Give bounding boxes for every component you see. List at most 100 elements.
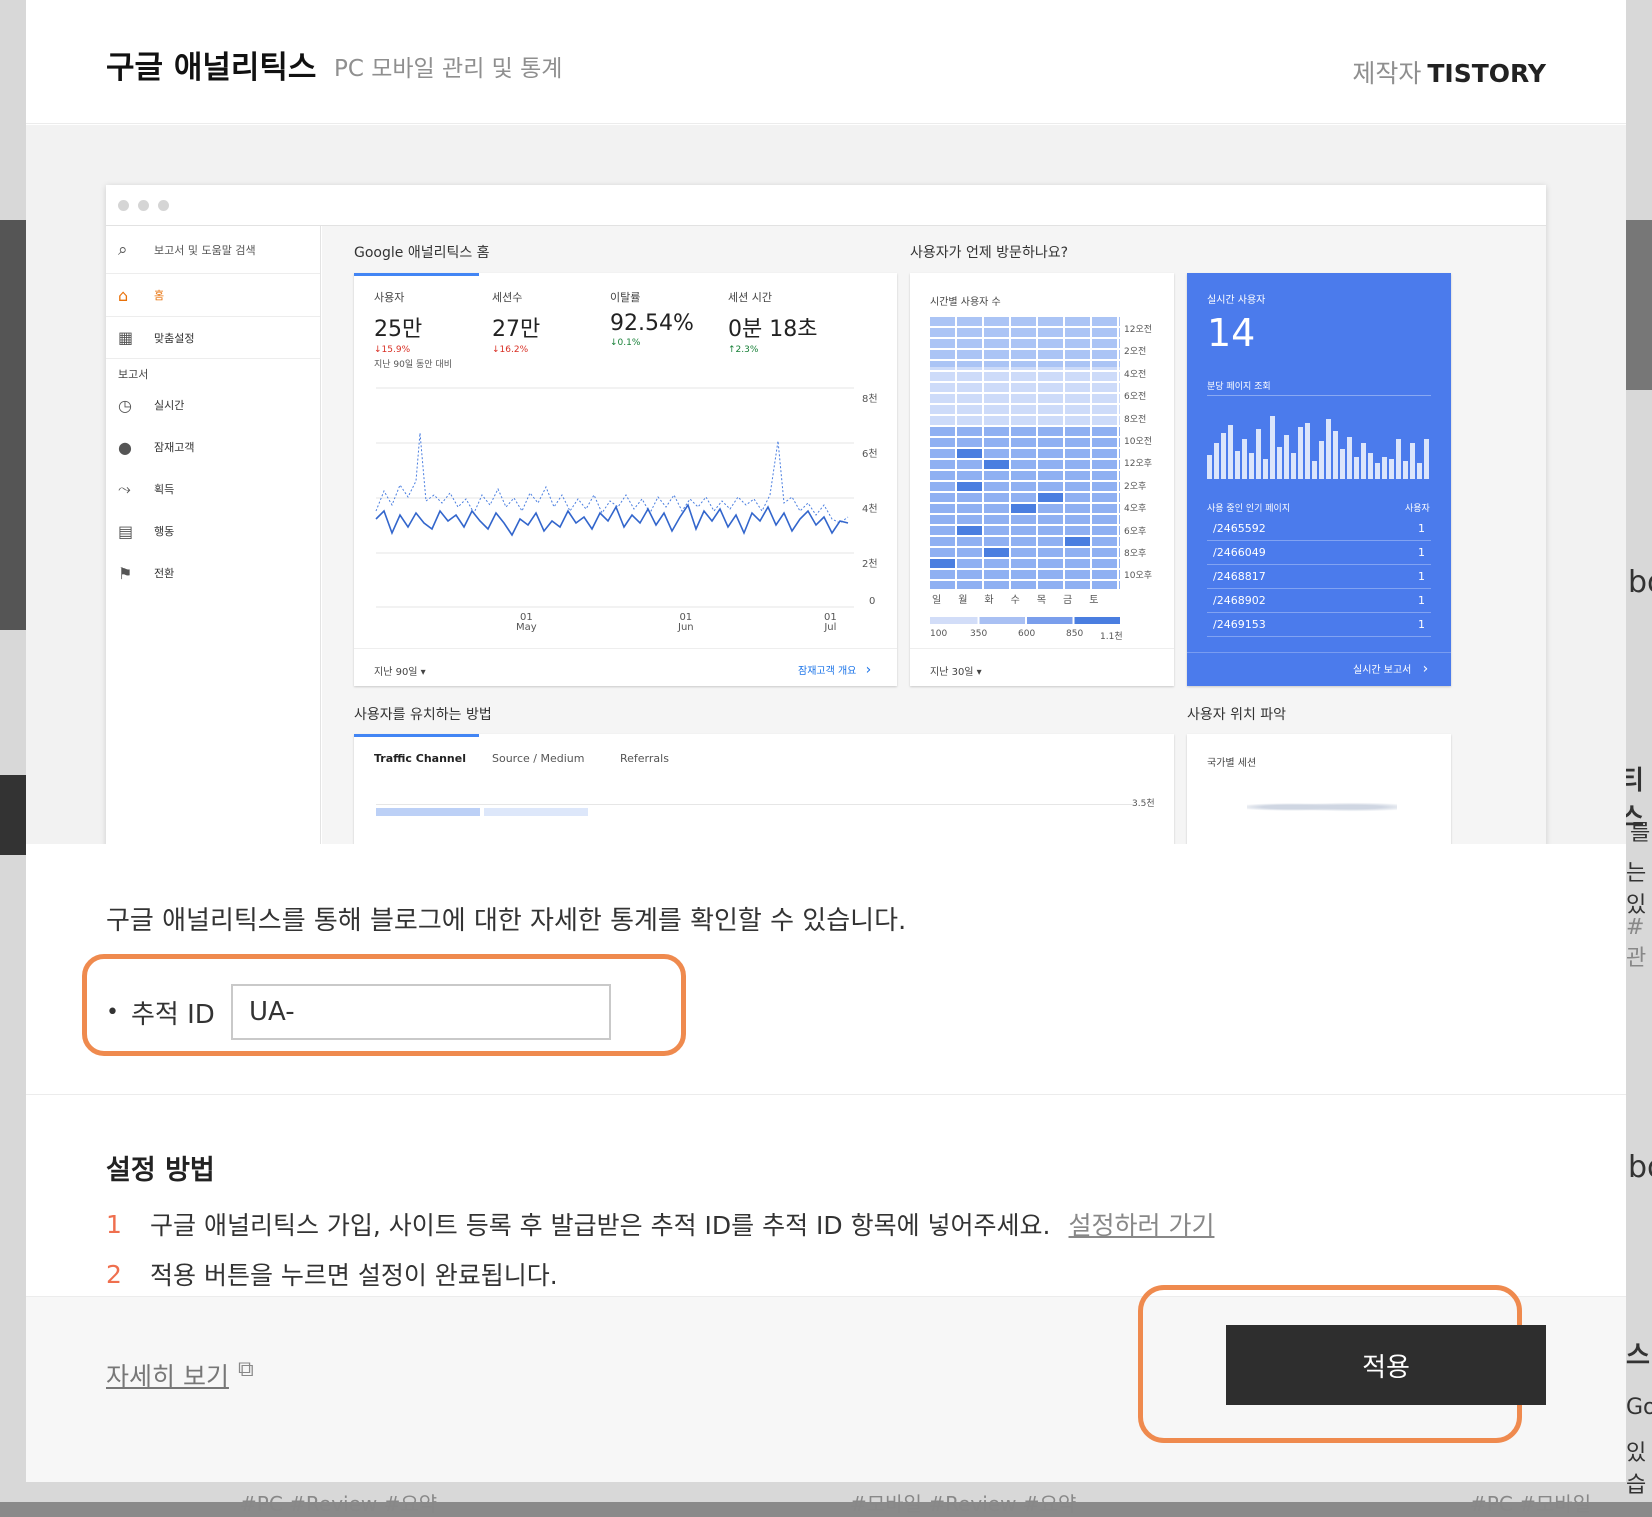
ga-nav-conversion: ⚑ 전환 (106, 552, 320, 594)
kpi-label: 세션수 (492, 291, 523, 304)
ga-nav-behavior: ▤ 행동 (106, 510, 320, 552)
realtime-card: 실시간 사용자 14 분당 페이지 조회 사용 중인 인기 페이지 사용자 /2… (1187, 273, 1451, 686)
ga-search: ⌕ 보고서 및 도움말 검색 (106, 226, 320, 274)
ga-nav-custom: ▦ 맞춤설정 (106, 316, 320, 358)
acquisition-card: Traffic Channel Source / Medium Referral… (354, 734, 1174, 844)
learn-more-link[interactable]: 자세히 보기 (106, 1357, 229, 1393)
section-title: 사용자 위치 파악 (1187, 707, 1287, 723)
realtime-link: 실시간 보고서 › (1353, 661, 1429, 677)
heatmap-hours: 12오전 2오전 4오전 6오전 8오전 10오전 12오후 2오후 4오후 6오후 8오후 10오후 (1124, 325, 1153, 582)
plugin-description: 구글 애널리틱스를 통해 블로그에 대한 자세한 통계를 확인할 수 있습니다. (106, 906, 907, 936)
geo-subtitle: 국가별 세션 (1207, 758, 1257, 769)
nav-label: 전환 (154, 567, 175, 580)
window-dot (158, 200, 169, 211)
kpi-value: 27만 (492, 317, 541, 342)
y-tick: 6천 (862, 449, 878, 460)
acq-tab: Source / Medium (492, 752, 585, 765)
maker-label: 제작자 (1352, 59, 1422, 88)
howto-step: 2 적용 버튼을 누르면 설정이 완료됩니다. (106, 1256, 558, 1292)
howto-title: 설정 방법 (106, 1155, 215, 1186)
kpi-value: 25만 (374, 317, 423, 342)
legend-tick: 100 (930, 629, 948, 639)
flag-icon: ⚑ (118, 563, 133, 583)
ga-nav-realtime: ◷ 실시간 (106, 384, 320, 426)
heatmap-days: 일월화수목금토 (932, 595, 1099, 606)
step-text: 구글 애널리틱스 가입, 사이트 등록 후 발급받은 추적 ID를 추적 ID … (150, 1211, 1051, 1240)
modal-subtitle: PC 모바일 관리 및 통계 (334, 56, 563, 82)
setup-link[interactable]: 설정하러 가기 (1069, 1206, 1215, 1242)
search-placeholder: 보고서 및 도움말 검색 (154, 243, 256, 257)
background-image-right (1626, 220, 1652, 390)
realtime-col-header: 사용자 (1405, 504, 1430, 514)
realtime-col-header: 사용 중인 인기 페이지 (1207, 504, 1291, 514)
tracking-id-input[interactable] (230, 984, 611, 1040)
heatmap-card: 시간별 사용자 수 12오전 2오전 4오전 6오전 8오전 10오전 12오후 2오후 4오후… (910, 273, 1174, 686)
clock-icon: ◷ (118, 395, 132, 415)
realtime-row: /2469153 1 (1207, 613, 1431, 637)
realtime-row: /2465592 1 (1207, 517, 1431, 541)
realtime-value: 14 (1207, 311, 1256, 355)
x-tick: 01 Jul (824, 612, 837, 633)
kpi-value: 92.54% (610, 311, 694, 336)
window-titlebar (106, 185, 1546, 226)
acq-tab: Traffic Channel (374, 752, 466, 765)
legend-tick: 600 (1018, 629, 1036, 639)
acq-tab: Referrals (620, 752, 669, 765)
tab-indicator (354, 734, 479, 737)
kpi-compare: 지난 90일 동안 대비 (374, 360, 452, 370)
preview-window: ⌕ 보고서 및 도움말 검색 ⌂ 홈 ▦ 맞춤설정 보고서 ◷ 실시간 ● 잠재고객 ⤳ 획… (106, 185, 1546, 844)
ga-main: Google 애널리틱스 홈 사용자가 언제 방문하나요? 사용자 25만 ↓15.… (322, 226, 1546, 844)
legend-tick: 1.1천 (1100, 632, 1123, 642)
realtime-bars (1207, 416, 1429, 479)
home-icon: ⌂ (118, 285, 129, 305)
background-image-left-2 (0, 775, 26, 855)
realtime-row: /2468902 1 (1207, 589, 1431, 613)
realtime-row: /2466049 1 (1207, 541, 1431, 565)
realtime-row: /2468817 1 (1207, 565, 1431, 589)
background-image-left (0, 220, 26, 630)
range-selector: 지난 30일 ▾ (930, 667, 982, 678)
kpi-value: 0분 18초 (728, 317, 818, 342)
modal-title: 구글 애널리틱스 (106, 50, 317, 86)
kpi-delta: ↓15.9% (374, 345, 411, 355)
users-line-chart (375, 387, 854, 608)
search-icon: ⌕ (118, 239, 128, 260)
nav-label: 획득 (154, 483, 175, 496)
nav-label: 맞춤설정 (154, 331, 195, 345)
nav-label: 홈 (154, 289, 165, 302)
background-text: 있습 (1626, 1441, 1647, 1498)
bullet: • (106, 999, 119, 1025)
background-text: #PC #Review #요약 (240, 1492, 438, 1516)
ga-sidebar: ⌕ 보고서 및 도움말 검색 ⌂ 홈 ▦ 맞춤설정 보고서 ◷ 실시간 ● 잠재고객 ⤳ 획… (106, 226, 321, 844)
background-text: #모바일 #Review #요약 (850, 1492, 1077, 1516)
kpi-sessions: 세션수 27만 ↓16.2% (492, 289, 540, 355)
y-tick: 3.5천 (1132, 799, 1155, 809)
person-icon: ● (118, 437, 132, 457)
y-tick: 4천 (862, 504, 878, 515)
x-tick: 01 Jun (678, 612, 694, 633)
modal-footer: 자세히 보기 ⧉ 적용 (26, 1285, 1626, 1482)
nav-label: 행동 (154, 525, 175, 538)
howto-step: 1 구글 애널리틱스 가입, 사이트 등록 후 발급받은 추적 ID를 추적 I… (106, 1206, 1214, 1242)
overview-card: 사용자 25만 ↓15.9% 지난 90일 동안 대비 세션수 27만 ↓16.2% 이탈… (354, 273, 897, 686)
background-text: Go (1626, 1395, 1652, 1420)
maker-info: 제작자 TISTORY (1352, 54, 1546, 90)
y-tick: 2천 (862, 559, 878, 570)
chevron-right-icon: › (865, 662, 872, 678)
heatmap-legend (930, 617, 1120, 624)
section-title: 사용자가 언제 방문하나요? (910, 245, 1069, 261)
ga-nav-acquisition: ⤳ 획득 (106, 468, 320, 510)
apply-button[interactable]: 적용 (1226, 1325, 1546, 1405)
legend-tick: 350 (970, 629, 988, 639)
window-dot (138, 200, 149, 211)
geo-card: 국가별 세션 (1187, 734, 1451, 844)
step-text: 적용 버튼을 누르면 설정이 완료됩니다. (150, 1261, 558, 1290)
background-text: #PC #모바일 (1470, 1492, 1592, 1516)
external-link-icon[interactable]: ⧉ (238, 1357, 254, 1382)
nav-label: 잠재고객 (154, 441, 195, 454)
tab-indicator (354, 273, 479, 276)
ga-nav-group: 보고서 (118, 368, 149, 381)
heatmap-grid (930, 317, 1120, 589)
window-dot (118, 200, 129, 211)
kpi-delta: ↓0.1% (610, 338, 641, 348)
